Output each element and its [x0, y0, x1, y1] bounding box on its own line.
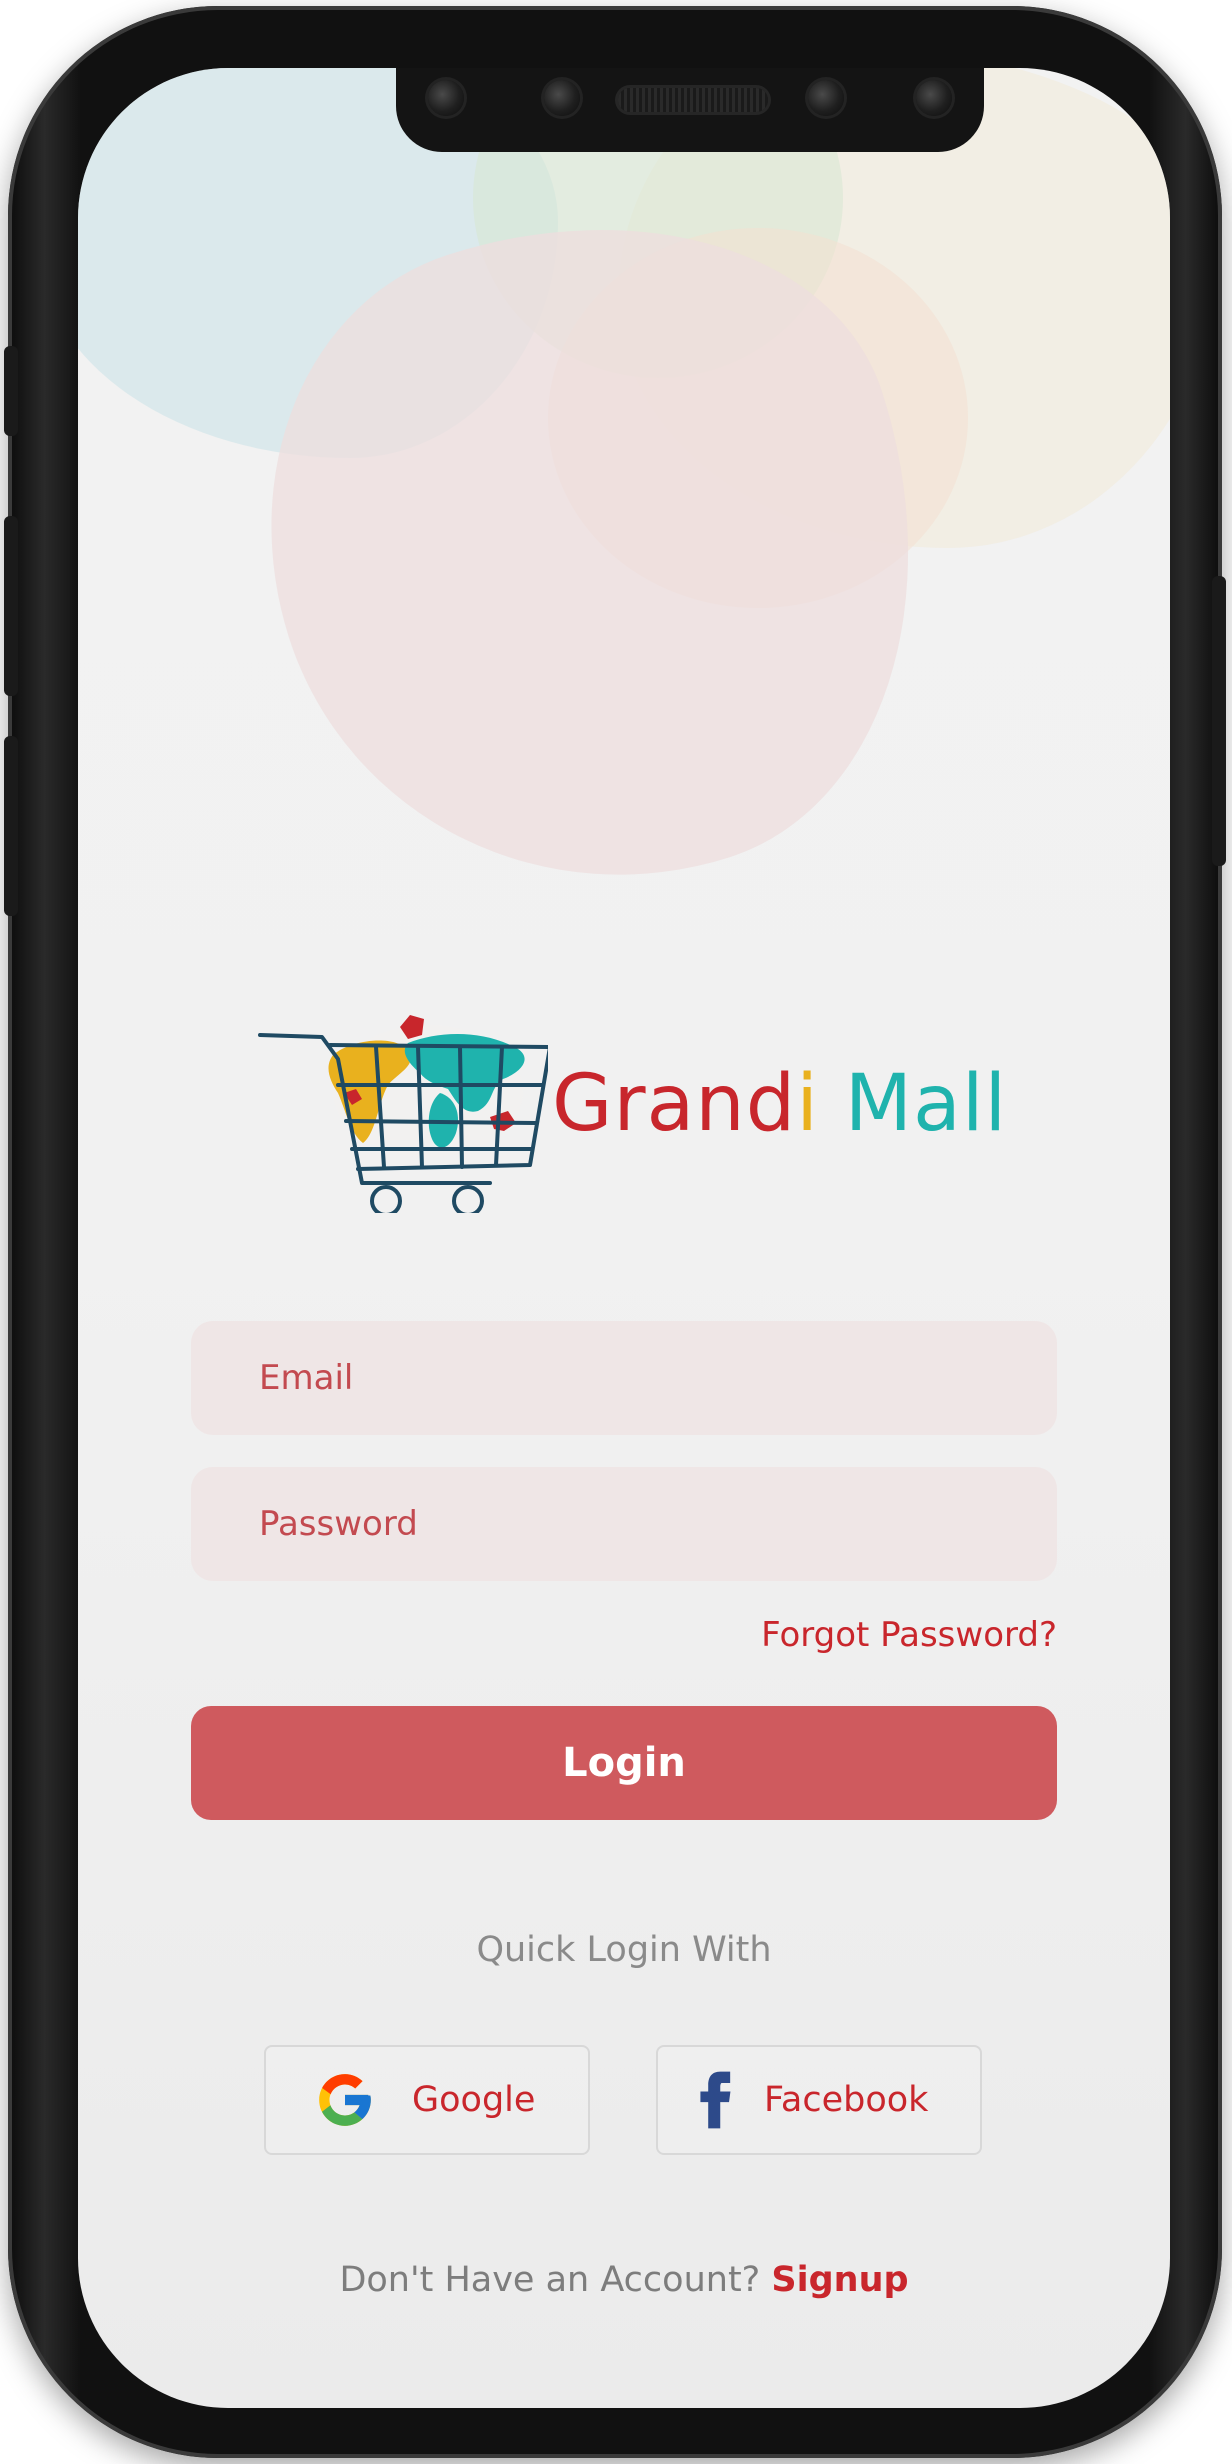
- mute-switch: [4, 346, 18, 436]
- email-field-container: [191, 1321, 1057, 1435]
- volume-up-button: [4, 516, 18, 696]
- power-button: [1212, 576, 1226, 866]
- brand-name: Grandi Mall: [552, 1059, 1007, 1149]
- stage: Grandi Mall Forgot Password? Login Quick…: [0, 0, 1232, 2464]
- phone-frame: Grandi Mall Forgot Password? Login Quick…: [4, 6, 1226, 2458]
- facebook-button-label: Facebook: [764, 2080, 929, 2120]
- facebook-login-button[interactable]: Facebook: [656, 2045, 982, 2155]
- facebook-icon: [696, 2069, 736, 2131]
- cart-globe-icon: [258, 1015, 548, 1213]
- forgot-password-link[interactable]: Forgot Password?: [761, 1615, 1057, 1655]
- brand-name-part: Grand: [552, 1059, 797, 1149]
- phone-screen: Grandi Mall Forgot Password? Login Quick…: [78, 68, 1170, 2408]
- volume-down-button: [4, 736, 18, 916]
- password-field-container: [191, 1467, 1057, 1581]
- brand-logo: Grandi Mall: [258, 993, 1006, 1213]
- quick-login-label: Quick Login With: [476, 1930, 772, 1970]
- signup-prompt-text: Don't Have an Account?: [339, 2260, 761, 2300]
- google-icon: [314, 2069, 376, 2131]
- google-button-label: Google: [412, 2080, 536, 2120]
- google-login-button[interactable]: Google: [264, 2045, 590, 2155]
- sensor-dot: [916, 80, 952, 116]
- phone-notch: [396, 68, 984, 152]
- sensor-dot: [428, 80, 464, 116]
- signup-prompt: Don't Have an Account? Signup: [78, 2260, 1170, 2300]
- earpiece-speaker: [618, 88, 768, 112]
- front-camera: [808, 80, 844, 116]
- email-input[interactable]: [257, 1357, 1057, 1399]
- sensor-dot: [544, 80, 580, 116]
- brand-name-part: i: [796, 1059, 819, 1149]
- login-button[interactable]: Login: [191, 1706, 1057, 1820]
- brand-name-part: Mall: [818, 1059, 1008, 1149]
- signup-link[interactable]: Signup: [771, 2260, 908, 2300]
- password-input[interactable]: [257, 1503, 1057, 1545]
